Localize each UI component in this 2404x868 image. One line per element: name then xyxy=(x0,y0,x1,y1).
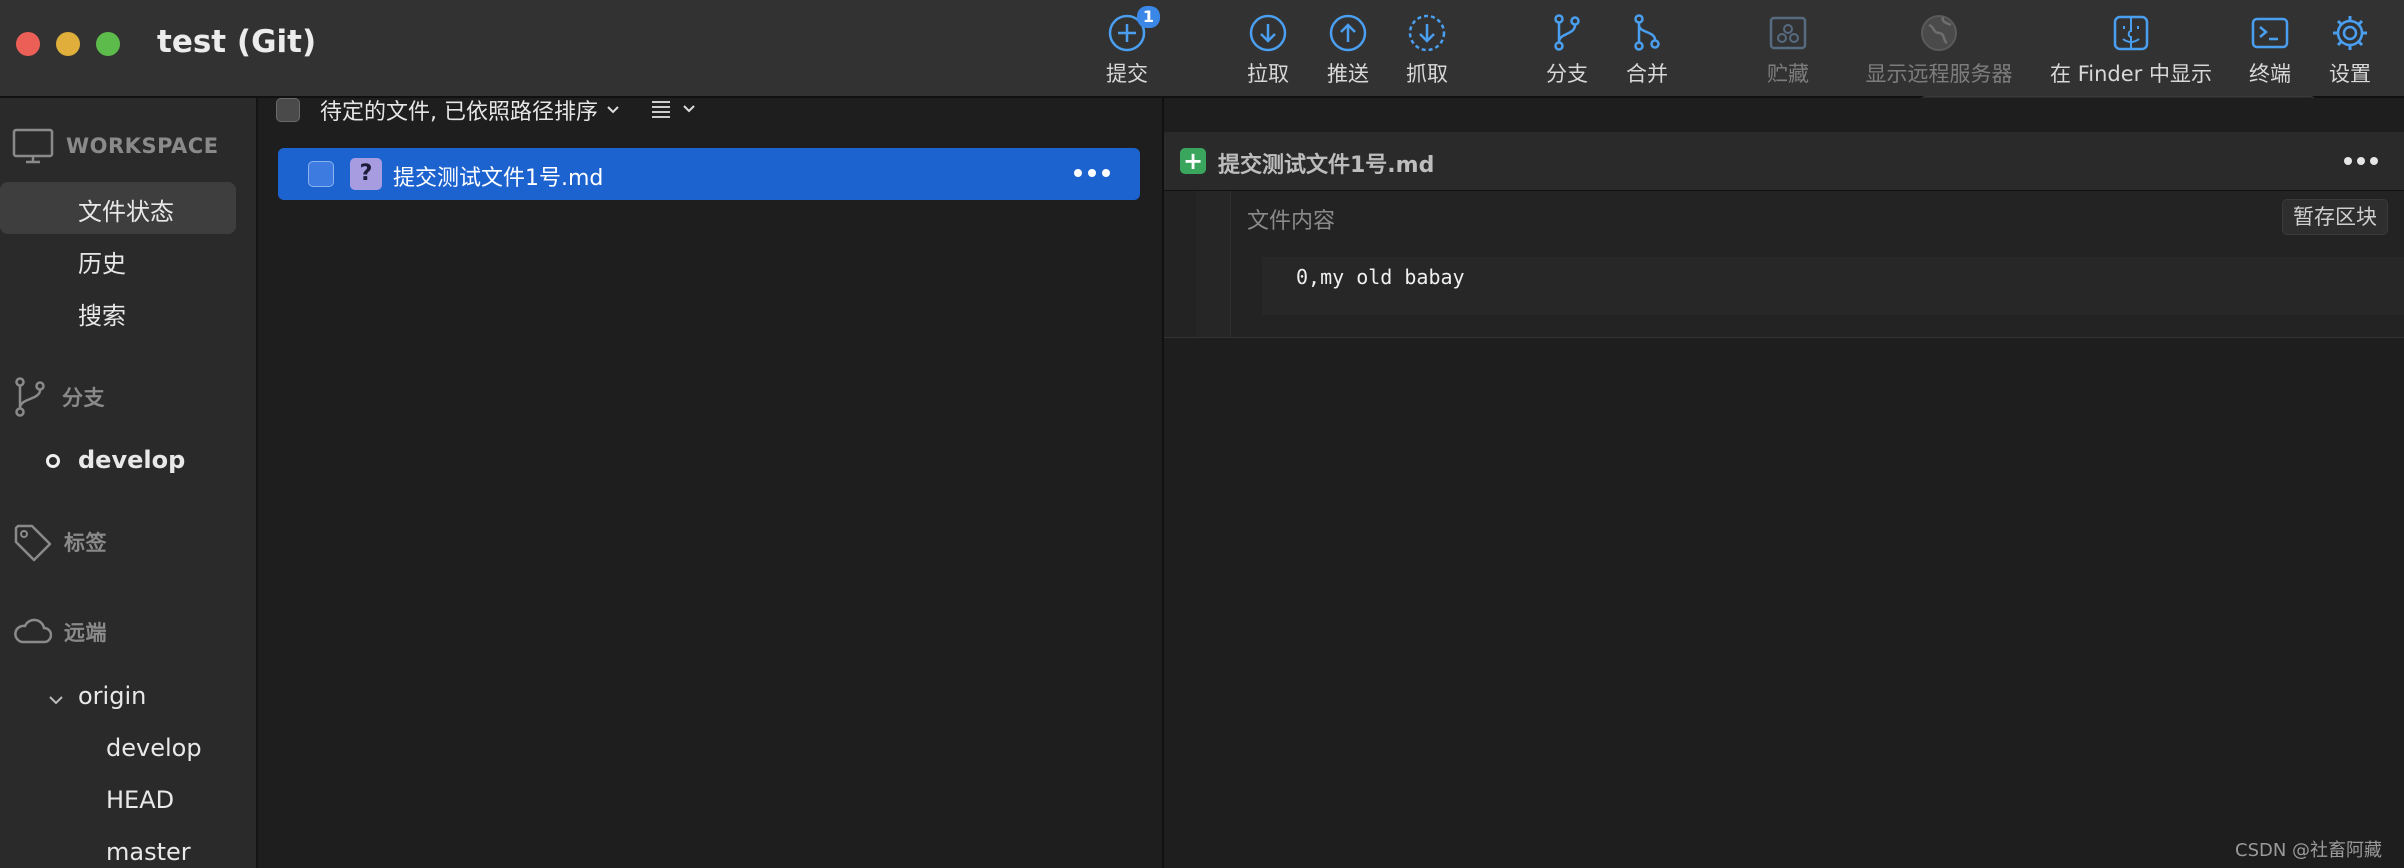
workspace-header: WORKSPACE xyxy=(12,128,219,164)
file-actions-button[interactable] xyxy=(1074,160,1110,186)
show-remote-label: 显示远程服务器 xyxy=(1865,62,2013,86)
terminal-button[interactable]: 终端 xyxy=(2246,10,2294,90)
diff-file-actions-button[interactable] xyxy=(2344,157,2378,165)
commit-icon: 1 xyxy=(1104,6,1160,56)
gear-icon xyxy=(2327,10,2373,56)
current-branch-indicator-icon xyxy=(46,454,60,468)
chevron-down-icon xyxy=(683,105,695,113)
branches-header[interactable]: 分支 xyxy=(12,376,105,418)
fetch-label: 抓取 xyxy=(1406,62,1448,86)
file-name: 提交测试文件1号.md xyxy=(393,166,604,191)
commit-count-badge: 1 xyxy=(1136,6,1160,28)
view-mode-dropdown[interactable] xyxy=(650,98,696,120)
settings-label: 设置 xyxy=(2329,62,2371,86)
tags-header[interactable]: 标签 xyxy=(12,522,107,562)
show-in-finder-label: 在 Finder 中显示 xyxy=(2050,62,2212,86)
minimize-window-button[interactable] xyxy=(56,32,80,56)
remotes-header[interactable]: 远端 xyxy=(12,616,107,648)
push-button[interactable]: 推送 xyxy=(1325,10,1371,90)
added-file-icon: + xyxy=(1180,148,1206,174)
merge-icon xyxy=(1624,10,1670,56)
sidebar-remote-branch-master[interactable]: master xyxy=(106,838,191,866)
sidebar-item-file-status[interactable]: 文件状态 xyxy=(78,192,174,227)
sidebar-remote-branch-develop[interactable]: develop xyxy=(106,734,202,762)
show-remote-button[interactable]: 显示远程服务器 xyxy=(1857,10,2021,90)
more-dot xyxy=(1088,169,1096,177)
more-dot xyxy=(1074,169,1082,177)
remotes-header-label: 远端 xyxy=(64,621,107,645)
workspace-header-label: WORKSPACE xyxy=(66,134,219,158)
fetch-icon xyxy=(1404,10,1450,56)
sidebar-item-history[interactable]: 历史 xyxy=(78,244,126,279)
diff-file-name: 提交测试文件1号.md xyxy=(1218,153,1435,178)
more-dot xyxy=(2344,157,2352,165)
branch-icon xyxy=(15,377,45,417)
commit-button[interactable]: 1 提交 xyxy=(1104,6,1160,90)
watermark: CSDN @社畜阿藏 xyxy=(2235,840,2383,861)
stash-button[interactable]: 贮藏 xyxy=(1765,10,1811,90)
terminal-icon xyxy=(2247,10,2293,56)
branch-button[interactable]: 分支 xyxy=(1544,10,1590,90)
settings-button[interactable]: 设置 xyxy=(2326,10,2374,90)
pull-icon xyxy=(1245,10,1291,56)
window-title: test (Git) xyxy=(157,24,317,60)
fetch-button[interactable]: 抓取 xyxy=(1404,10,1450,90)
stash-icon xyxy=(1765,10,1811,56)
file-list-header: 待定的文件, 已依照路径排序 xyxy=(258,98,1162,125)
pull-label: 拉取 xyxy=(1247,62,1289,86)
zoom-window-button[interactable] xyxy=(96,32,120,56)
more-dot xyxy=(2357,157,2365,165)
tags-header-label: 标签 xyxy=(64,531,107,555)
file-stage-checkbox[interactable] xyxy=(308,161,334,187)
sort-label: 待定的文件, 已依照路径排序 xyxy=(320,100,598,125)
branch-icon xyxy=(1544,10,1590,56)
diff-hunk: 文件内容 暂存区块 0,my old babay xyxy=(1164,191,2404,338)
branches-header-label: 分支 xyxy=(62,386,105,410)
branch-label: 分支 xyxy=(1546,62,1588,86)
push-label: 推送 xyxy=(1327,62,1369,86)
sidebar-remote-origin[interactable]: origin xyxy=(78,682,146,710)
globe-icon xyxy=(1916,10,1962,56)
more-dot xyxy=(1102,169,1110,177)
untracked-status-icon: ? xyxy=(350,158,382,190)
toolbar: test (Git) 1 提交 拉取 推送 抓取 分支 合并 贮藏 显示远程服务… xyxy=(0,0,2404,98)
finder-icon xyxy=(2108,10,2154,56)
sidebar-item-search[interactable]: 搜索 xyxy=(78,296,126,331)
commit-label: 提交 xyxy=(1106,62,1148,86)
pull-button[interactable]: 拉取 xyxy=(1245,10,1291,90)
merge-label: 合并 xyxy=(1626,62,1668,86)
stash-label: 贮藏 xyxy=(1767,62,1809,86)
push-icon xyxy=(1325,10,1371,56)
diff-pane: + 提交测试文件1号.md 文件内容 暂存区块 0,my old babay xyxy=(1164,98,2404,868)
chevron-down-icon[interactable] xyxy=(48,692,64,708)
select-all-checkbox[interactable] xyxy=(276,98,300,122)
diff-line: 0,my old babay xyxy=(1296,265,1465,289)
close-window-button[interactable] xyxy=(16,32,40,56)
hunk-title: 文件内容 xyxy=(1247,209,1336,234)
terminal-label: 终端 xyxy=(2249,62,2291,86)
merge-button[interactable]: 合并 xyxy=(1624,10,1670,90)
show-in-finder-button[interactable]: 在 Finder 中显示 xyxy=(2046,10,2216,90)
file-row[interactable]: ? 提交测试文件1号.md xyxy=(278,148,1140,200)
tag-icon xyxy=(14,524,52,562)
pending-files-pane: 待定的文件, 已依照路径排序 ? 提交测试文件1号.md xyxy=(258,98,1162,868)
more-dot xyxy=(2370,157,2378,165)
list-view-icon xyxy=(652,101,670,118)
diff-file-header: + 提交测试文件1号.md xyxy=(1164,132,2404,191)
sidebar: WORKSPACE 文件状态 历史 搜索 分支 develop 标签 远端 or… xyxy=(0,98,258,868)
line-number-gutter xyxy=(1196,191,1231,337)
sidebar-branch-develop[interactable]: develop xyxy=(78,446,185,474)
cloud-icon xyxy=(14,618,52,644)
sort-dropdown[interactable]: 待定的文件, 已依照路径排序 xyxy=(320,94,620,126)
sidebar-remote-branch-head[interactable]: HEAD xyxy=(106,786,174,814)
stage-hunk-button[interactable]: 暂存区块 xyxy=(2282,199,2388,235)
monitor-icon xyxy=(12,128,54,164)
chevron-down-icon xyxy=(607,106,619,114)
